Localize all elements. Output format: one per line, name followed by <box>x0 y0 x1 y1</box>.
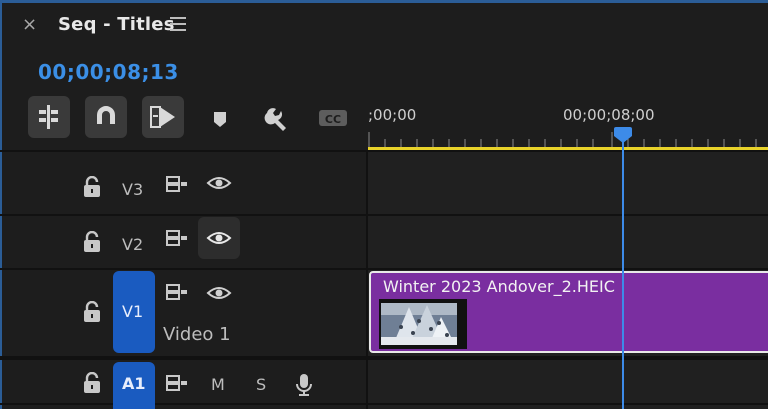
add-marker-button[interactable] <box>205 103 235 133</box>
insert-overwrite-nest-button[interactable] <box>28 96 70 138</box>
close-tab-button[interactable]: × <box>22 14 37 35</box>
snap-button[interactable] <box>85 96 127 138</box>
panel-focus-border-top <box>0 0 768 3</box>
sync-lock-icon[interactable] <box>165 228 189 248</box>
linked-selection-button[interactable] <box>142 96 184 138</box>
video-audio-separator <box>0 356 768 360</box>
eye-icon[interactable] <box>206 283 232 303</box>
timeline-settings-button[interactable] <box>261 103 291 133</box>
ruler-start-label: ;00;00 <box>368 106 417 124</box>
sync-lock-icon[interactable] <box>165 282 189 302</box>
track-name-video-1: Video 1 <box>163 324 231 345</box>
sync-lock-icon[interactable] <box>165 174 189 194</box>
track-separator-v2 <box>0 268 768 270</box>
lock-icon[interactable] <box>83 372 101 394</box>
solo-track-button[interactable]: S <box>256 375 266 394</box>
ruler-separator <box>0 150 768 152</box>
add-marker-icon <box>214 112 226 127</box>
captions-cc-icon: CC <box>319 110 347 126</box>
track-label-v1[interactable]: V1 <box>122 302 143 321</box>
playhead-line[interactable] <box>622 140 624 409</box>
eye-icon[interactable] <box>206 228 232 248</box>
track-header-divider <box>366 150 368 409</box>
clip-thumbnail-image <box>379 299 467 349</box>
track-label-v2[interactable]: V2 <box>122 235 143 254</box>
playhead-handle[interactable] <box>613 127 633 144</box>
panel-focus-border-left <box>0 0 2 409</box>
linked-selection-icon <box>150 106 175 128</box>
sequence-tab-title[interactable]: Seq - Titles <box>58 14 175 35</box>
ruler-mid-label: 00;00;08;00 <box>563 106 655 124</box>
track-separator-v3 <box>0 214 768 216</box>
timeline-clip[interactable]: Winter 2023 Andover_2.HEIC <box>369 271 768 353</box>
playhead-timecode[interactable]: 00;00;08;13 <box>38 60 179 84</box>
sync-lock-icon[interactable] <box>165 373 189 393</box>
eye-icon[interactable] <box>206 173 232 193</box>
svg-text:CC: CC <box>325 113 341 126</box>
microphone-icon[interactable] <box>293 372 315 398</box>
timeline-settings-wrench-icon <box>264 108 286 131</box>
snap-magnet-icon <box>97 106 115 124</box>
track-label-v3[interactable]: V3 <box>122 180 143 199</box>
lock-icon[interactable] <box>83 231 101 253</box>
insert-overwrite-nest-icon <box>39 105 58 129</box>
lock-icon[interactable] <box>83 301 101 323</box>
track-label-a1[interactable]: A1 <box>122 374 146 393</box>
lock-icon[interactable] <box>83 176 101 198</box>
captions-button[interactable]: CC <box>317 103 351 133</box>
hamburger-icon[interactable] <box>170 17 186 31</box>
clip-thumbnail <box>379 299 467 349</box>
mute-track-button[interactable]: M <box>211 375 225 394</box>
clip-name: Winter 2023 Andover_2.HEIC <box>383 277 615 296</box>
